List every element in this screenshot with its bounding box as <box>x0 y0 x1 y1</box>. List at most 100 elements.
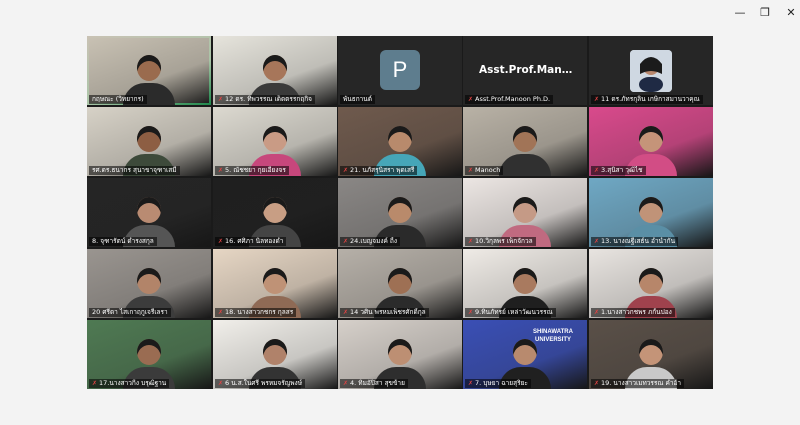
participant-name-label: ✗ 18. นางสาวกชกร กุลสร <box>215 308 297 317</box>
mic-muted-icon: ✗ <box>594 238 600 245</box>
mic-muted-icon: ✗ <box>218 167 224 174</box>
mic-muted-icon: ✗ <box>468 167 474 174</box>
participant-tile[interactable]: ✗ 21. นภัสรุนิสรา พุดเสรี <box>338 107 462 176</box>
participant-name-text: 10.วิกุลพร เพ็กจักวล <box>475 237 533 245</box>
participant-name-label: 8. จุฑารัตน์ ดำรงสกุล <box>89 237 157 246</box>
participant-name-text: รศ.ดร.ธนากร สุนาขาจุฑาเสมี <box>92 166 177 174</box>
mic-muted-icon: ✗ <box>468 309 474 316</box>
participant-tile[interactable]: ✗ 24.เบญจมงค์ ถิ้ง <box>338 178 462 247</box>
participant-name-label: กฤษณะ (วิทยากร) <box>89 95 147 104</box>
mic-muted-icon: ✗ <box>594 309 600 316</box>
participant-name-text: 20 ศรีดา ไสเกาฤกูเจรีเลรา <box>92 308 168 316</box>
participant-tile[interactable]: ✗ 9.ทินภัทรย์ เหล่าวัฒนวรรณ <box>463 249 587 318</box>
participant-name-text: 14 วศิน พรหมเพ็ชรศักดิ์กุล <box>350 308 426 316</box>
participant-name-text: พันธกานต์ <box>343 95 372 103</box>
mic-muted-icon: ✗ <box>468 96 474 103</box>
mic-muted-icon: ✗ <box>218 238 224 245</box>
participant-name-text: 4. ทิมอัปิสา สุขข้าย <box>350 379 405 387</box>
avatar <box>630 50 672 92</box>
participant-name-label: ✗ 1.นางสาวกชพร ภกั้นปอง <box>591 308 675 317</box>
participant-name-text: 9.ทินภัทรย์ เหล่าวัฒนวรรณ <box>475 308 553 316</box>
participant-name-label: ✗ 6 น.ส.ในศรี พรหมจรัญพงษ์ <box>215 379 306 388</box>
mic-muted-icon: ✗ <box>594 380 600 387</box>
avatar: P <box>380 50 420 90</box>
participant-tile[interactable]: ✗ 17.นางสาวกิ่ง บรุฒิฐาน <box>87 320 211 389</box>
mic-muted-icon: ✗ <box>92 380 98 387</box>
participant-name-label: ✗ 14 วศิน พรหมเพ็ชรศักดิ์กุล <box>340 308 429 317</box>
participant-tile[interactable]: ✗ 3.สุนิสา วุฒิไช <box>589 107 713 176</box>
participant-tile[interactable]: 8. จุฑารัตน์ ดำรงสกุล <box>87 178 211 247</box>
mic-muted-icon: ✗ <box>594 96 600 103</box>
mic-muted-icon: ✗ <box>343 238 349 245</box>
participant-name-text: Asst.Prof.Manoon Ph.D. <box>475 95 551 103</box>
participant-tile[interactable]: ✗ 13. นางณฐีเสธ์น อำนำกัน <box>589 178 713 247</box>
participant-name-label: ✗ 16. ศศิภา นิลทองดำ <box>215 237 287 246</box>
participant-tile[interactable]: ✗ 1.นางสาวกชพร ภกั้นปอง <box>589 249 713 318</box>
participant-name-label: ✗ 17.นางสาวกิ่ง บรุฒิฐาน <box>89 379 170 388</box>
participant-name-label: ✗ 4. ทิมอัปิสา สุขข้าย <box>340 379 408 388</box>
participant-tile[interactable]: ✗ Manoch <box>463 107 587 176</box>
participant-name-label: ✗ 11 ดร.ภัทรกุลิน เกษิกาสมานวาคุณ <box>591 95 703 104</box>
participant-name-text: 24.เบญจมงค์ ถิ้ง <box>350 237 398 245</box>
participant-tile[interactable]: รศ.ดร.ธนากร สุนาขาจุฑาเสมี <box>87 107 211 176</box>
mic-muted-icon: ✗ <box>218 96 224 103</box>
participant-display-name: Asst.Prof.Mano... <box>479 64 579 76</box>
participant-name-label: ✗ 3.สุนิสา วุฒิไช <box>591 166 646 175</box>
participant-name-label: ✗ 5. ณัชชยา กุยเอียงจร <box>215 166 289 175</box>
mic-muted-icon: ✗ <box>343 167 349 174</box>
participant-name-label: พันธกานต์ <box>340 95 375 104</box>
mic-muted-icon: ✗ <box>468 238 474 245</box>
window-titlebar: — ❐ ✕ <box>0 0 800 24</box>
participant-name-label: รศ.ดร.ธนากร สุนาขาจุฑาเสมี <box>89 166 180 175</box>
participant-figure <box>499 126 551 176</box>
participant-tile[interactable]: ✗ 6 น.ส.ในศรี พรหมจรัญพงษ์ <box>213 320 337 389</box>
virtual-background-text: SHINAWATRA UNIVERSITY <box>533 329 573 343</box>
participant-tile[interactable]: ✗ 18. นางสาวกชกร กุลสร <box>213 249 337 318</box>
participant-tile[interactable]: กฤษณะ (วิทยากร) <box>87 36 211 105</box>
participant-tile[interactable]: ✗ 12 ดร. ทิพวรรณ เด็ดตรรกฤกิจ <box>213 36 337 105</box>
participant-name-label: ✗ Asst.Prof.Manoon Ph.D. <box>465 95 554 104</box>
participant-name-text: 19. นางสาวเมทวรรณ คำอ้า <box>601 379 682 387</box>
participant-name-text: 5. ณัชชยา กุยเอียงจร <box>225 166 286 174</box>
participant-name-text: กฤษณะ (วิทยากร) <box>92 95 144 103</box>
participant-tile[interactable]: SHINAWATRA UNIVERSITY ✗ 7. บุษยา ฉายสุริยะ <box>463 320 587 389</box>
participant-tile[interactable]: ✗ 14 วศิน พรหมเพ็ชรศักดิ์กุล <box>338 249 462 318</box>
participant-tile[interactable]: P พันธกานต์ <box>338 36 462 105</box>
participant-tile[interactable]: ✗ 4. ทิมอัปิสา สุขข้าย <box>338 320 462 389</box>
participant-name-text: 18. นางสาวกชกร กุลสร <box>225 308 294 316</box>
participant-tile[interactable]: ✗ 19. นางสาวเมทวรรณ คำอ้า <box>589 320 713 389</box>
participant-name-text: Manoch <box>475 166 501 174</box>
participant-name-text: 16. ศศิภา นิลทองดำ <box>225 237 284 245</box>
participant-name-label: ✗ 7. บุษยา ฉายสุริยะ <box>465 379 531 388</box>
participant-name-label: ✗ 10.วิกุลพร เพ็กจักวล <box>465 237 536 246</box>
mic-muted-icon: ✗ <box>468 380 474 387</box>
participant-name-text: 11 ดร.ภัทรกุลิน เกษิกาสมานวาคุณ <box>601 95 700 103</box>
participant-name-label: ✗ 13. นางณฐีเสธ์น อำนำกัน <box>591 237 679 246</box>
participant-tile[interactable]: ✗ 11 ดร.ภัทรกุลิน เกษิกาสมานวาคุณ <box>589 36 713 105</box>
mic-muted-icon: ✗ <box>343 309 349 316</box>
mic-muted-icon: ✗ <box>594 167 600 174</box>
participant-tile[interactable]: Asst.Prof.Mano... ✗ Asst.Prof.Manoon Ph.D. <box>463 36 587 105</box>
mic-muted-icon: ✗ <box>343 380 349 387</box>
close-icon[interactable]: ✕ <box>776 0 800 24</box>
participant-name-label: ✗ 12 ดร. ทิพวรรณ เด็ดตรรกฤกิจ <box>215 95 315 104</box>
participant-name-text: 17.นางสาวกิ่ง บรุฒิฐาน <box>99 379 167 387</box>
participant-tile[interactable]: ✗ 5. ณัชชยา กุยเอียงจร <box>213 107 337 176</box>
mic-muted-icon: ✗ <box>218 309 224 316</box>
mic-muted-icon: ✗ <box>218 380 224 387</box>
participant-name-label: 20 ศรีดา ไสเกาฤกูเจรีเลรา <box>89 308 171 317</box>
participant-name-text: 13. นางณฐีเสธ์น อำนำกัน <box>601 237 676 245</box>
participant-name-text: 8. จุฑารัตน์ ดำรงสกุล <box>92 237 154 245</box>
participant-name-label: ✗ Manoch <box>465 166 504 175</box>
participant-name-text: 6 น.ส.ในศรี พรหมจรัญพงษ์ <box>225 379 303 387</box>
participant-name-label: ✗ 19. นางสาวเมทวรรณ คำอ้า <box>591 379 685 388</box>
participant-name-text: 21. นภัสรุนิสรา พุดเสรี <box>350 166 415 174</box>
participant-tile[interactable]: ✗ 16. ศศิภา นิลทองดำ <box>213 178 337 247</box>
participant-name-label: ✗ 21. นภัสรุนิสรา พุดเสรี <box>340 166 418 175</box>
participant-name-text: 7. บุษยา ฉายสุริยะ <box>475 379 528 387</box>
participant-tile[interactable]: ✗ 10.วิกุลพร เพ็กจักวล <box>463 178 587 247</box>
participant-name-text: 3.สุนิสา วุฒิไช <box>601 166 643 174</box>
participant-name-label: ✗ 24.เบญจมงค์ ถิ้ง <box>340 237 401 246</box>
participant-tile[interactable]: 20 ศรีดา ไสเกาฤกูเจรีเลรา <box>87 249 211 318</box>
video-gallery: กฤษณะ (วิทยากร) ✗ 12 ดร. ทิพวรรณ เด็ดตรรกฤ… <box>87 36 713 389</box>
